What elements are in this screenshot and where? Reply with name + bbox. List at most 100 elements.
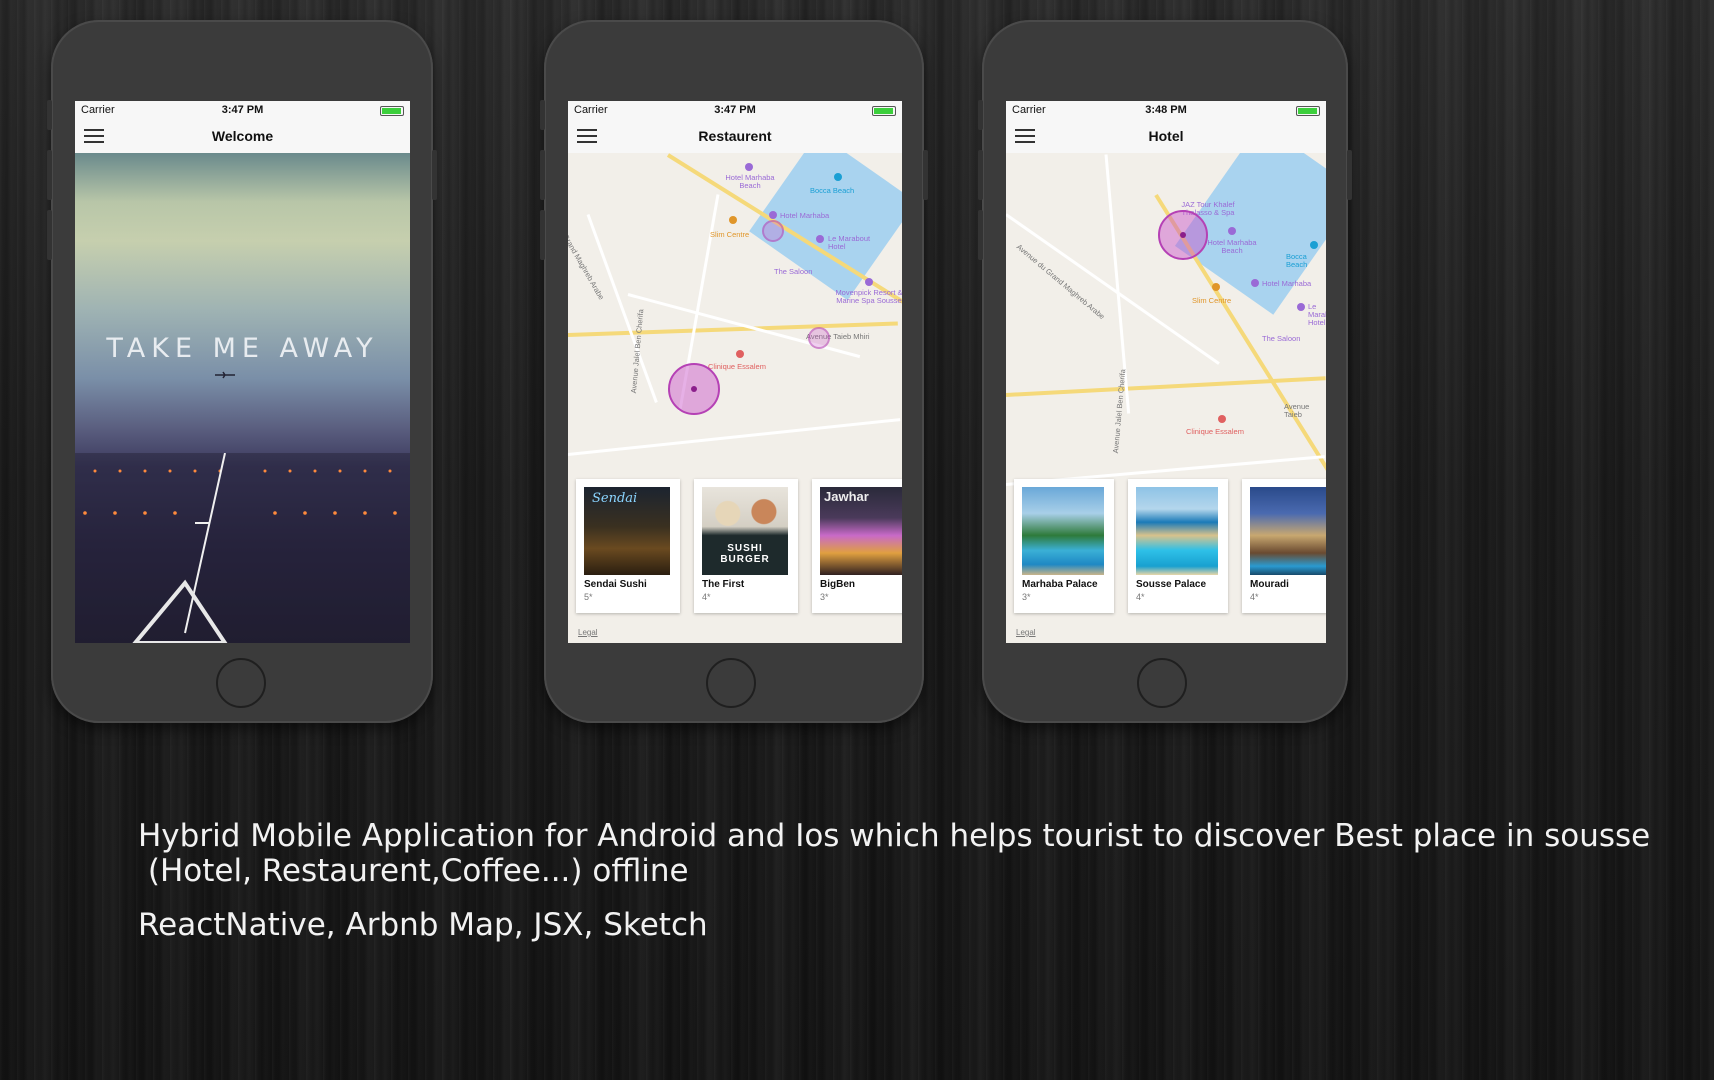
hotel-card[interactable]: Sousse Palace 4* [1128,479,1228,613]
hotel-name: Sousse Palace [1136,579,1207,590]
poi-dot [729,216,737,224]
poi-dot [1212,283,1220,291]
restaurent-name: Sendai Sushi [584,579,647,590]
map-label: The Saloon [774,267,813,276]
home-button[interactable] [216,658,266,708]
map-label: Avenue Jalel Ben Cherifa [629,308,646,394]
map-view[interactable]: JAZ Tour Khalef Thalasso & Spa Hotel Mar… [1006,153,1326,643]
airplane-icon [215,371,235,379]
screen-restaurent: Carrier 3:47 PM Restaurent Hotel Marhaba… [568,101,902,643]
phone-side-button [540,100,545,130]
poi-dot [1310,241,1318,249]
hotel-photo [1022,487,1104,575]
restaurent-photo: Jawhar [820,487,902,575]
home-button[interactable] [706,658,756,708]
page-title: Restaurent [698,128,772,144]
map-label: Le Marabout Hotel [1308,302,1326,327]
poi-dot [1228,227,1236,235]
restaurent-rating: 3* [820,592,829,602]
hotel-carousel[interactable]: Marhaba Palace 3* Sousse Palace 4* Moura… [1014,479,1326,613]
restaurent-name: BigBen [820,579,855,590]
status-bar: Carrier 3:47 PM [568,101,902,119]
hotel-name: Marhaba Palace [1022,579,1098,590]
map-street [568,418,901,456]
map-label: Avenue Taieb [1284,402,1310,419]
hotel-photo [1250,487,1326,575]
navbar: Hotel [1006,119,1326,154]
hotel-card[interactable]: Marhaba Palace 3* [1014,479,1114,613]
restaurent-card[interactable]: Sendai Sendai Sushi 5* [576,479,680,613]
restaurent-carousel[interactable]: Sendai Sendai Sushi 5* SUSHI BURGER The … [576,479,902,613]
map-label: Clinique Essalem [1186,427,1244,436]
phone-side-button [47,100,52,130]
poi-dot [736,350,744,358]
map-legal-link[interactable]: Legal [578,628,598,637]
poi-dot [745,163,753,171]
restaurent-card[interactable]: SUSHI BURGER The First 4* [694,479,798,613]
map-label: Slim Centre [1192,296,1232,305]
navbar: Restaurent [568,119,902,154]
phone-side-button [540,210,545,260]
phone-hotel: Carrier 3:48 PM Hotel JAZ Tour Khalef Th… [978,20,1352,723]
map-label: Le Marabout Hotel [828,234,871,251]
caption-line-3: ReactNative, Arbnb Map, JSX, Sketch [138,907,708,943]
battery-icon [380,106,404,116]
map-label: Avenue Jalel Ben Cherifa [1111,368,1128,454]
phone-side-button [978,210,983,260]
status-time: 3:48 PM [1145,104,1187,116]
poi-dot [816,235,824,243]
hotel-card[interactable]: Mouradi 4* [1242,479,1326,613]
hotel-photo [1136,487,1218,575]
caption-line-1: Hybrid Mobile Application for Android an… [138,818,1651,854]
location-pin[interactable] [762,220,784,242]
poi-dot [834,173,842,181]
hero-text: TAKE ME AWAY [106,333,379,364]
poi-dot [769,211,777,219]
hotel-rating: 4* [1136,592,1145,602]
map-street [586,213,658,403]
restaurent-photo: Sendai [584,487,670,575]
restaurent-photo: SUSHI BURGER [702,487,788,575]
map-label: Hotel Marhaba [1262,279,1312,288]
phone-welcome: Carrier 3:47 PM Welcome TAKE ME AWAY [47,20,437,723]
caption-line-2: (Hotel, Restaurent,Coffee...) offline [138,853,689,889]
location-pin[interactable] [808,327,830,349]
restaurent-rating: 4* [702,592,711,602]
hotel-rating: 3* [1022,592,1031,602]
map-label: Clinique Essalem [708,362,766,371]
map-label: Bocca Beach [810,186,855,195]
screen-hotel: Carrier 3:48 PM Hotel JAZ Tour Khalef Th… [1006,101,1326,643]
phone-side-button [47,210,52,260]
map-legal-link[interactable]: Legal [1016,628,1036,637]
page-title: Welcome [211,128,274,144]
battery-icon [872,106,896,116]
screen-welcome: Carrier 3:47 PM Welcome TAKE ME AWAY [75,101,410,643]
map-view[interactable]: Hotel Marhaba Beach Bocca Beach Hotel Ma… [568,153,902,643]
phone-side-button [540,150,545,200]
restaurent-name: The First [702,579,745,590]
phone-restaurent: Carrier 3:47 PM Restaurent Hotel Marhaba… [540,20,928,723]
status-time: 3:47 PM [221,104,264,116]
phone-side-button [978,100,983,130]
status-bar: Carrier 3:48 PM [1006,101,1326,119]
map-label: Hotel Marhaba [780,211,830,220]
status-bar: Carrier 3:47 PM [75,101,410,119]
phone-side-button [978,150,983,200]
status-time: 3:47 PM [714,104,756,116]
hotel-name: Mouradi [1250,579,1289,590]
location-pin-center [1180,232,1186,238]
navbar: Welcome [75,119,410,154]
hero-image [75,153,410,643]
map-label: Bocca Beach [1286,252,1308,269]
restaurent-card[interactable]: Jawhar BigBen 3* [812,479,902,613]
map-label: Movenpick Resort & Marine Spa Sousse [835,288,902,305]
restaurent-rating: 5* [584,592,593,602]
poi-dot [1251,279,1259,287]
phone-side-button [923,150,928,200]
home-button[interactable] [1137,658,1187,708]
location-pin-center [691,386,697,392]
phone-side-button [1347,150,1352,200]
map-label: Hotel Marhaba Beach [1207,238,1257,255]
poi-dot [1297,303,1305,311]
phone-side-button [432,150,437,200]
